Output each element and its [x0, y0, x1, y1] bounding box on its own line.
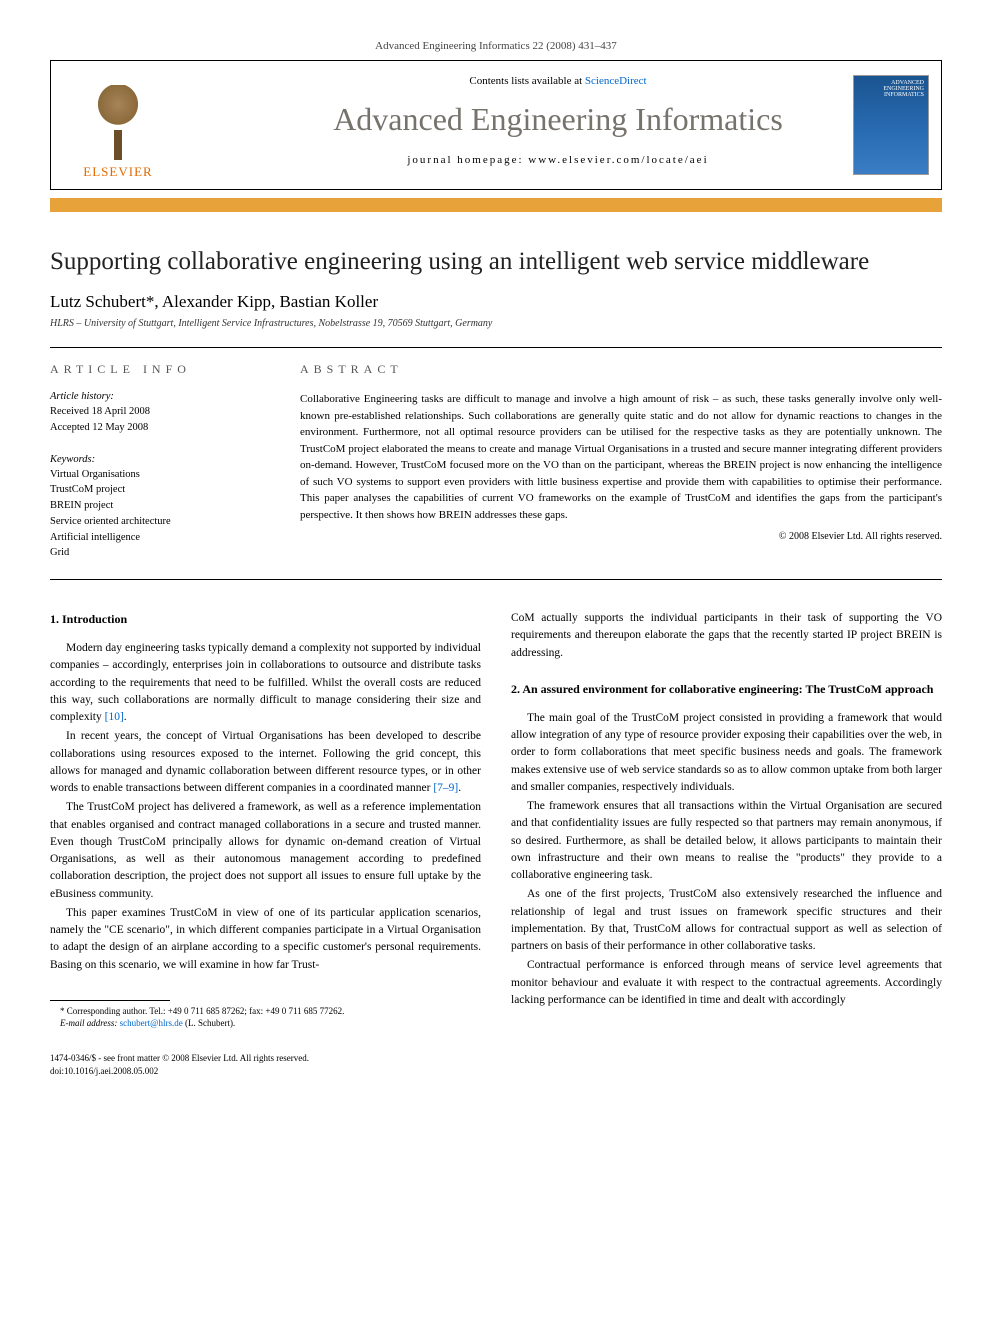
abstract-heading: ABSTRACT — [300, 362, 942, 377]
keywords-label: Keywords: — [50, 454, 270, 465]
article-history-label: Article history: — [50, 391, 270, 402]
article-info-heading: ARTICLE INFO — [50, 362, 270, 377]
doi-line: doi:10.1016/j.aei.2008.05.002 — [50, 1065, 481, 1078]
journal-header-box: ELSEVIER Contents lists available at Sci… — [50, 60, 942, 190]
elsevier-tree-icon — [83, 85, 153, 160]
contents-available-line: Contents lists available at ScienceDirec… — [191, 75, 925, 87]
issn-line: 1474-0346/$ - see front matter © 2008 El… — [50, 1052, 481, 1065]
bottom-metadata: 1474-0346/$ - see front matter © 2008 El… — [50, 1052, 481, 1077]
body-paragraph: The main goal of the TrustCoM project co… — [511, 710, 942, 796]
journal-cover-thumbnail: ADVANCED ENGINEERING INFORMATICS — [853, 75, 929, 175]
divider — [50, 579, 942, 580]
body-paragraph: The framework ensures that all transacti… — [511, 798, 942, 884]
elsevier-logo: ELSEVIER — [63, 75, 173, 180]
accepted-date: Accepted 12 May 2008 — [50, 420, 270, 436]
body-paragraph: This paper examines TrustCoM in view of … — [50, 905, 481, 974]
affiliation-line: HLRS – University of Stuttgart, Intellig… — [50, 318, 942, 329]
keyword: BREIN project — [50, 498, 270, 514]
keyword: Grid — [50, 545, 270, 561]
body-paragraph: As one of the first projects, TrustCoM a… — [511, 886, 942, 955]
body-paragraph-continuation: CoM actually supports the individual par… — [511, 610, 942, 662]
corresponding-author-footnote: * Corresponding author. Tel.: +49 0 711 … — [50, 1005, 481, 1018]
journal-homepage-line: journal homepage: www.elsevier.com/locat… — [191, 154, 925, 166]
orange-divider-bar — [50, 198, 942, 212]
abstract-column: ABSTRACT Collaborative Engineering tasks… — [300, 362, 942, 561]
journal-name: Advanced Engineering Informatics — [191, 101, 925, 138]
sciencedirect-link[interactable]: ScienceDirect — [585, 75, 647, 87]
contents-prefix: Contents lists available at — [469, 75, 584, 87]
abstract-text: Collaborative Engineering tasks are diff… — [300, 391, 942, 523]
article-title: Supporting collaborative engineering usi… — [50, 248, 942, 276]
abstract-copyright: © 2008 Elsevier Ltd. All rights reserved… — [300, 531, 942, 542]
body-paragraph: The TrustCoM project has delivered a fra… — [50, 799, 481, 903]
homepage-prefix: journal homepage: — [407, 154, 528, 166]
info-abstract-row: ARTICLE INFO Article history: Received 1… — [50, 348, 942, 579]
keyword: Artificial intelligence — [50, 530, 270, 546]
section-1-heading: 1. Introduction — [50, 610, 481, 628]
article-info-column: ARTICLE INFO Article history: Received 1… — [50, 362, 270, 561]
body-paragraph: Modern day engineering tasks typically d… — [50, 640, 481, 726]
received-date: Received 18 April 2008 — [50, 404, 270, 420]
citation-header: Advanced Engineering Informatics 22 (200… — [50, 40, 942, 52]
email-link[interactable]: schubert@hlrs.de — [120, 1018, 183, 1028]
email-label: E-mail address: — [60, 1018, 120, 1028]
reference-link[interactable]: [10] — [105, 711, 124, 723]
keyword: Virtual Organisations — [50, 467, 270, 483]
footnote-separator — [50, 1000, 170, 1001]
email-footnote: E-mail address: schubert@hlrs.de (L. Sch… — [50, 1017, 481, 1030]
article-body: 1. Introduction Modern day engineering t… — [50, 610, 942, 1077]
publisher-name: ELSEVIER — [83, 164, 152, 180]
keyword: Service oriented architecture — [50, 514, 270, 530]
body-paragraph: In recent years, the concept of Virtual … — [50, 728, 481, 797]
section-2-heading: 2. An assured environment for collaborat… — [511, 680, 942, 698]
reference-link[interactable]: [7–9] — [433, 782, 458, 794]
authors-line: Lutz Schubert*, Alexander Kipp, Bastian … — [50, 292, 942, 312]
body-paragraph: Contractual performance is enforced thro… — [511, 957, 942, 1009]
keyword: TrustCoM project — [50, 482, 270, 498]
email-suffix: (L. Schubert). — [183, 1018, 235, 1028]
homepage-url[interactable]: www.elsevier.com/locate/aei — [528, 154, 708, 166]
